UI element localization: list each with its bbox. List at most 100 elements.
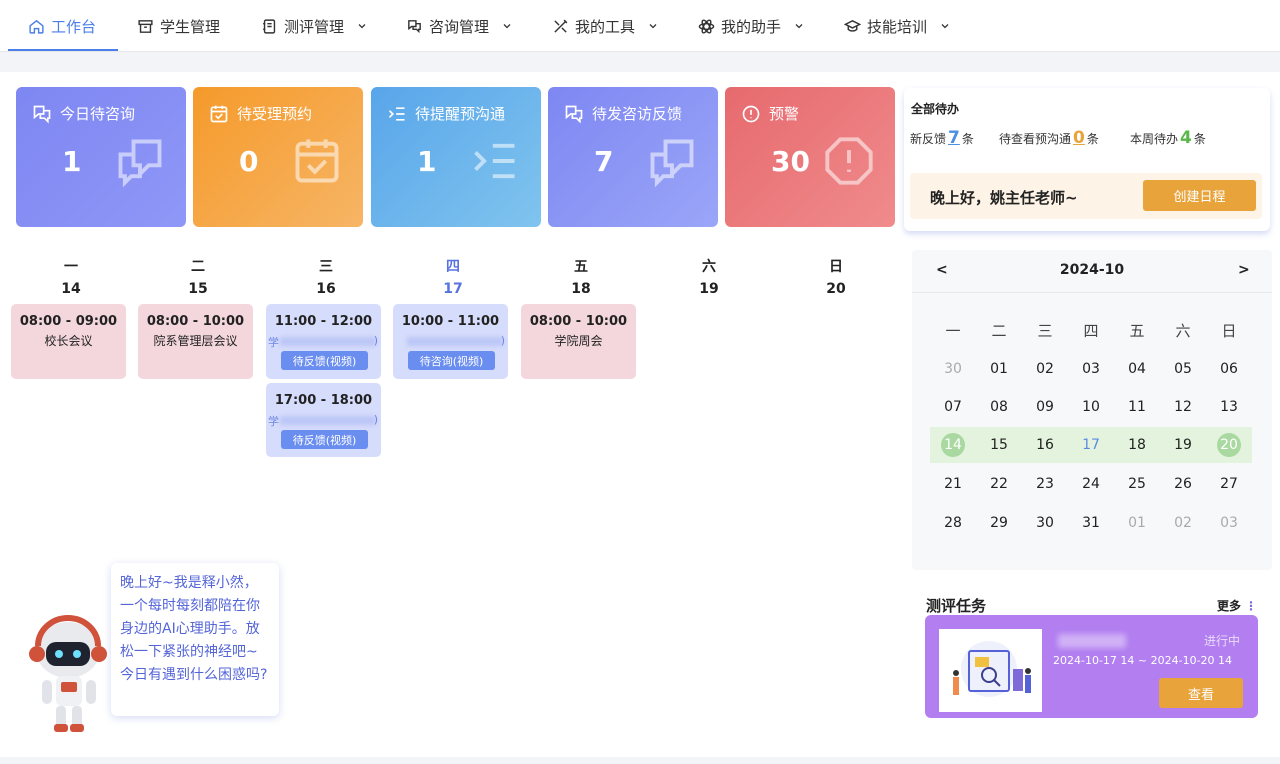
calendar-day[interactable]: 17 xyxy=(1068,427,1114,463)
nav-item-assessment[interactable]: 测评管理 xyxy=(261,0,368,52)
calendar-day[interactable]: 30 xyxy=(930,351,976,387)
archive-icon xyxy=(138,19,153,33)
calendar-day[interactable]: 08 xyxy=(976,389,1022,425)
tools-icon xyxy=(554,19,568,33)
chevron-down-icon xyxy=(503,24,511,29)
assessment-card[interactable]: 进行中 2024-10-17 14 ~ 2024-10-20 14 查看 xyxy=(925,615,1258,718)
calendar-month-label: 2024-10 xyxy=(1059,262,1125,278)
calendar-day[interactable]: 22 xyxy=(976,466,1022,502)
calendar-day[interactable]: 14 xyxy=(930,427,976,463)
event-card[interactable]: 17:00 - 18:00 学) 待反馈(视频) xyxy=(266,383,381,457)
calendar-day[interactable]: 23 xyxy=(1022,466,1068,502)
week-day-tue[interactable]: 二 15 xyxy=(168,256,228,300)
calendar-day[interactable]: 12 xyxy=(1160,389,1206,425)
calendar-day[interactable]: 21 xyxy=(930,466,976,502)
calendar-day[interactable]: 10 xyxy=(1068,389,1114,425)
week-day-wed[interactable]: 三 16 xyxy=(296,256,356,300)
calendar-day[interactable]: 15 xyxy=(976,427,1022,463)
card-pending-reminder[interactable]: 待提醒预沟通 1 xyxy=(371,87,541,227)
card-label: 待发咨访反馈 xyxy=(592,105,683,123)
chat-icon xyxy=(650,139,694,187)
calendar-day[interactable]: 09 xyxy=(1022,389,1068,425)
calendar-day[interactable]: 19 xyxy=(1160,427,1206,463)
calendar-day[interactable]: 02 xyxy=(1022,351,1068,387)
event-card[interactable]: 10:00 - 11:00 ) 待咨询(视频) xyxy=(393,304,508,379)
list-indent-icon xyxy=(474,143,515,179)
event-card[interactable]: 11:00 - 12:00 学) 待反馈(视频) xyxy=(266,304,381,379)
header-divider xyxy=(0,52,1280,72)
card-warning[interactable]: 预警 30 xyxy=(725,87,895,227)
calendar-day[interactable]: 07 xyxy=(930,389,976,425)
card-count: 1 xyxy=(62,145,82,178)
nav-item-tools[interactable]: 我的工具 xyxy=(552,0,659,52)
calendar-day[interactable]: 28 xyxy=(930,505,976,541)
notebook-icon xyxy=(263,18,276,34)
calendar-day[interactable]: 25 xyxy=(1114,466,1160,502)
card-pending-appointment[interactable]: 待受理预约 0 xyxy=(193,87,363,227)
card-label: 今日待咨询 xyxy=(60,105,136,123)
calendar-day[interactable]: 27 xyxy=(1206,466,1252,502)
assistant-bubble[interactable]: 晚上好~我是释小然，一个每时每刻都陪在你身边的AI心理助手。放松一下紧张的神经吧… xyxy=(111,563,279,716)
greeting-bar: 晚上好，姚主任老师~ 创建日程 xyxy=(910,173,1262,219)
create-schedule-button[interactable]: 创建日程 xyxy=(1143,180,1256,211)
calendar-day[interactable]: 13 xyxy=(1206,389,1252,425)
event-card[interactable]: 08:00 - 09:00 校长会议 xyxy=(11,304,126,379)
calendar-day[interactable]: 04 xyxy=(1114,351,1160,387)
todo-panel: 全部待办 新反馈 7 条 待查看预沟通 0 条 本周待办 4 条 晚上好，姚主任老师~ 创建… xyxy=(904,88,1270,231)
more-link[interactable]: 更多 ⋮ xyxy=(1217,597,1257,614)
robot-mascot-icon[interactable] xyxy=(28,610,110,736)
view-button[interactable]: 查看 xyxy=(1159,678,1243,708)
status-tag[interactable]: 待反馈(视频) xyxy=(281,351,368,370)
top-nav: 工作台 学生管理 测评管理 咨询管理 我的工具 我的助手 技能培训 xyxy=(0,0,1280,52)
calendar-day[interactable]: 30 xyxy=(1022,505,1068,541)
week-day-mon[interactable]: 一 14 xyxy=(41,256,101,300)
month-calendar: < 2024-10 > 一二三四五六日 30 01 02 03 04 05 06 07 08 09 1… xyxy=(912,250,1272,570)
calendar-day[interactable]: 18 xyxy=(1114,427,1160,463)
calendar-day[interactable]: 01 xyxy=(1114,505,1160,541)
card-count: 1 xyxy=(417,145,437,178)
calendar-day[interactable]: 11 xyxy=(1114,389,1160,425)
calendar-day[interactable]: 26 xyxy=(1160,466,1206,502)
week-day-fri[interactable]: 五 18 xyxy=(551,256,611,300)
week-day-sat[interactable]: 六 19 xyxy=(679,256,739,300)
calendar-day[interactable]: 06 xyxy=(1206,351,1252,387)
event-card[interactable]: 08:00 - 10:00 学院周会 xyxy=(521,304,636,379)
nav-label: 技能培训 xyxy=(867,17,928,36)
card-pending-feedback[interactable]: 待发咨访反馈 7 xyxy=(548,87,718,227)
assessment-title: 测评任务 xyxy=(926,597,987,615)
nav-label: 我的工具 xyxy=(575,17,636,36)
status-tag[interactable]: 待反馈(视频) xyxy=(281,430,368,449)
next-month-button[interactable]: > xyxy=(1238,262,1250,278)
status-tag[interactable]: 待咨询(视频) xyxy=(408,351,495,370)
calendar-day[interactable]: 03 xyxy=(1206,505,1252,541)
nav-item-workbench[interactable]: 工作台 xyxy=(28,0,96,52)
calendar-weekday: 六 xyxy=(1175,322,1191,340)
atom-icon xyxy=(698,18,715,34)
calendar-day[interactable]: 20 xyxy=(1206,427,1252,463)
nav-item-training[interactable]: 技能培训 xyxy=(844,0,951,52)
card-label: 待提醒预沟通 xyxy=(415,105,506,123)
calendar-weekday: 日 xyxy=(1221,322,1237,340)
week-day-thu[interactable]: 四 17 xyxy=(423,256,483,300)
calendar-weekday: 二 xyxy=(991,322,1007,340)
calendar-day[interactable]: 24 xyxy=(1068,466,1114,502)
calendar-day[interactable]: 29 xyxy=(976,505,1022,541)
calendar-day[interactable]: 01 xyxy=(976,351,1022,387)
stat-pending-precomm[interactable]: 待查看预沟通 0 条 xyxy=(999,128,1099,148)
stat-new-feedback[interactable]: 新反馈 7 条 xyxy=(910,128,974,148)
stat-week-todo[interactable]: 本周待办 4 条 xyxy=(1130,128,1206,148)
calendar-day[interactable]: 05 xyxy=(1160,351,1206,387)
calendar-day[interactable]: 16 xyxy=(1022,427,1068,463)
chat-icon xyxy=(33,105,51,124)
calendar-day[interactable]: 31 xyxy=(1068,505,1114,541)
nav-item-consult[interactable]: 咨询管理 xyxy=(406,0,513,52)
nav-item-students[interactable]: 学生管理 xyxy=(137,0,220,52)
calendar-day[interactable]: 03 xyxy=(1068,351,1114,387)
assessment-illustration-icon xyxy=(939,629,1042,712)
week-day-sun[interactable]: 日 20 xyxy=(806,256,866,300)
nav-item-assistant[interactable]: 我的助手 xyxy=(698,0,805,52)
event-card[interactable]: 08:00 - 10:00 院系管理层会议 xyxy=(138,304,253,379)
calendar-day[interactable]: 02 xyxy=(1160,505,1206,541)
list-indent-icon xyxy=(388,106,405,121)
card-today-consult[interactable]: 今日待咨询 1 xyxy=(16,87,186,227)
